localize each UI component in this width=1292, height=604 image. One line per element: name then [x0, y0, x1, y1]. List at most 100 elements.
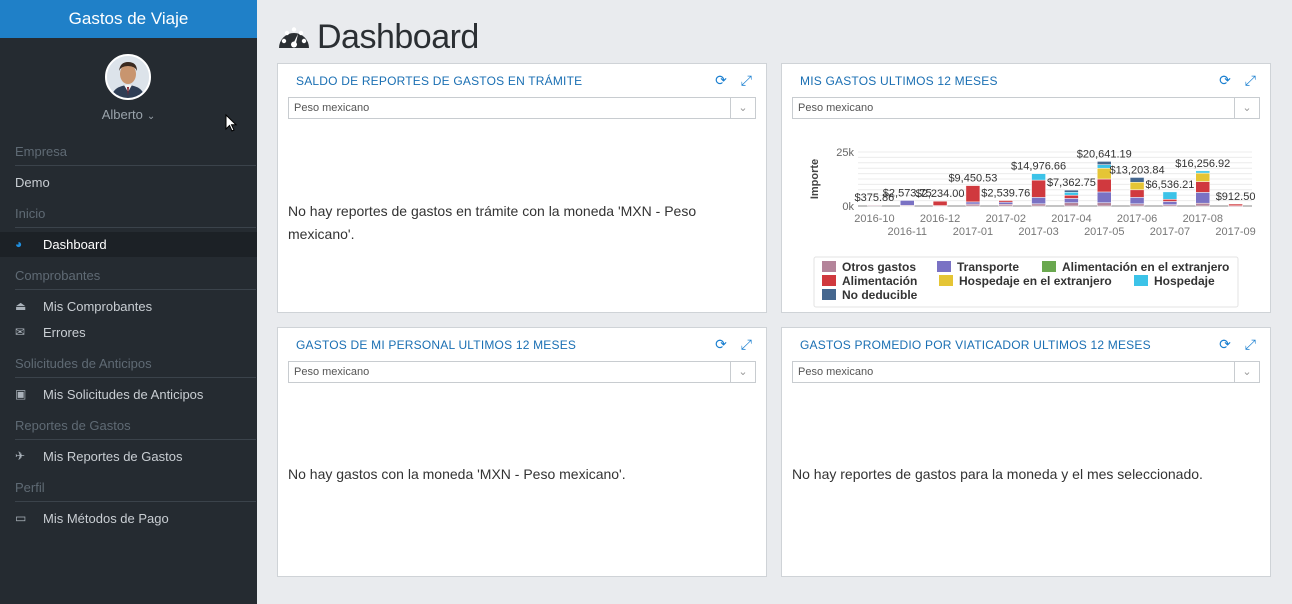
x-tick-label: 2016-12 — [920, 213, 960, 225]
expand-icon[interactable]: ⤢ — [741, 336, 752, 352]
x-tick-label: 2016-10 — [854, 213, 894, 225]
bar-segment[interactable] — [965, 185, 981, 203]
expand-icon[interactable]: ⤢ — [741, 72, 752, 88]
bar-segment[interactable] — [932, 200, 948, 206]
chevron-down-icon: ⌄ — [730, 362, 755, 382]
x-tick-label: 2016-11 — [887, 226, 927, 238]
legend-swatch — [939, 275, 953, 286]
currency-select[interactable]: Peso mexicano ⌄ — [288, 97, 756, 119]
bar-segment[interactable] — [1129, 197, 1145, 205]
currency-select-value: Peso mexicano — [294, 366, 370, 378]
bar-segment[interactable] — [1129, 177, 1145, 183]
bar-segment[interactable] — [1129, 203, 1145, 207]
chevron-down-icon: ⌄ — [730, 98, 755, 118]
legend-item[interactable]: Alimentación — [842, 274, 917, 288]
sidebar-section-empresa: Empresa — [15, 139, 256, 166]
bar-segment[interactable] — [1031, 179, 1046, 198]
refresh-icon[interactable]: ⟳ — [715, 72, 727, 88]
legend-item[interactable]: Hospedaje — [1154, 274, 1215, 288]
expand-icon[interactable]: ⤢ — [1245, 336, 1256, 352]
sidebar-section-perfil: Perfil — [15, 475, 256, 502]
bar-total-label: $16,256.92 — [1175, 158, 1230, 170]
currency-select[interactable]: Peso mexicano ⌄ — [792, 361, 1260, 383]
bar-segment[interactable] — [1162, 191, 1178, 200]
bar-segment[interactable] — [867, 204, 882, 207]
currency-select-value: Peso mexicano — [798, 366, 874, 378]
sidebar-item-mis-solicitudes-de-anticipos[interactable]: ▣ Mis Solicitudes de Anticipos — [0, 382, 257, 407]
page-title: Dashboard — [277, 18, 479, 57]
bar-segment[interactable] — [1162, 199, 1178, 202]
panel-gastos-promedio: GASTOS PROMEDIO POR VIATICADOR ULTIMOS 1… — [781, 327, 1271, 577]
sidebar-item-label: Mis Comprobantes — [43, 299, 153, 314]
refresh-icon[interactable]: ⟳ — [715, 336, 727, 352]
legend-item[interactable]: Alimentación en el extranjero — [1062, 260, 1229, 274]
user-menu[interactable]: Alberto ⌄ — [0, 107, 257, 122]
sidebar-item-label: Errores — [43, 325, 86, 340]
x-tick-label: 2017-03 — [1018, 226, 1058, 238]
empty-message: No hay gastos con la moneda 'MXN - Peso … — [288, 466, 626, 482]
bar-segment[interactable] — [1031, 173, 1046, 181]
sidebar: Gastos de Viaje Alberto ⌄ Empresa Demo Inic… — [0, 0, 257, 604]
currency-select[interactable]: Peso mexicano ⌄ — [792, 97, 1260, 119]
bar-segment[interactable] — [998, 200, 1013, 203]
currency-select[interactable]: Peso mexicano ⌄ — [288, 361, 756, 383]
bar-segment[interactable] — [1031, 197, 1046, 205]
legend-item[interactable]: No deducible — [842, 288, 918, 302]
sidebar-item-mis-metodos-de-pago[interactable]: ▭ Mis Métodos de Pago — [0, 506, 257, 531]
bar-segment[interactable] — [1064, 198, 1079, 204]
bar-segment[interactable] — [998, 204, 1013, 207]
bar-segment[interactable] — [1195, 192, 1210, 204]
sidebar-item-demo[interactable]: Demo — [0, 170, 257, 195]
y-tick-label: 25k — [836, 147, 854, 159]
legend-swatch — [1042, 261, 1056, 272]
bar-segment[interactable] — [998, 201, 1013, 205]
chevron-down-icon: ⌄ — [1234, 98, 1259, 118]
bar-segment[interactable] — [1097, 202, 1112, 207]
panel-title: GASTOS DE MI PERSONAL ULTIMOS 12 MESES — [296, 338, 577, 352]
bar-segment[interactable] — [1195, 202, 1210, 207]
bar-segment[interactable] — [1195, 181, 1210, 193]
refresh-icon[interactable]: ⟳ — [1219, 336, 1231, 352]
bar-segment[interactable] — [900, 200, 915, 206]
currency-select-value: Peso mexicano — [798, 102, 874, 114]
sidebar-item-mis-reportes-de-gastos[interactable]: ✈ Mis Reportes de Gastos — [0, 444, 257, 469]
chevron-down-icon: ⌄ — [146, 111, 156, 122]
app-title: Gastos de Viaje — [0, 0, 257, 38]
bar-segment[interactable] — [1064, 192, 1079, 196]
bar-segment[interactable] — [1129, 181, 1145, 191]
money-icon: ▣ — [15, 387, 27, 401]
plane-icon: ✈ — [15, 449, 26, 463]
legend-item[interactable]: Otros gastos — [842, 260, 916, 274]
bar-segment[interactable] — [1031, 203, 1046, 207]
bar-segment[interactable] — [965, 201, 981, 205]
bar-segment[interactable] — [1097, 178, 1112, 193]
sidebar-item-mis-comprobantes[interactable]: ⏏ Mis Comprobantes — [0, 294, 257, 319]
bar-total-label: $9,450.53 — [948, 173, 997, 185]
sidebar-item-dashboard[interactable]: ◕ Dashboard — [0, 232, 257, 257]
legend-item[interactable]: Transporte — [957, 260, 1019, 274]
bar-segment[interactable] — [1195, 170, 1210, 174]
sidebar-item-label: Mis Solicitudes de Anticipos — [43, 387, 204, 402]
bar-segment[interactable] — [1064, 194, 1079, 199]
bar-segment[interactable] — [1162, 201, 1178, 205]
bar-total-label: $13,203.84 — [1110, 164, 1165, 176]
sidebar-section-inicio: Inicio — [15, 201, 256, 228]
bar-segment[interactable] — [1129, 189, 1145, 198]
avatar[interactable] — [105, 54, 151, 100]
currency-select-value: Peso mexicano — [294, 102, 370, 114]
legend-swatch — [1134, 275, 1148, 286]
bar-segment[interactable] — [1064, 189, 1079, 193]
expand-icon[interactable]: ⤢ — [1245, 72, 1256, 88]
sidebar-item-errores[interactable]: ✉ Errores — [0, 320, 257, 345]
bar-segment[interactable] — [1228, 203, 1243, 207]
inbox-icon: ⏏ — [15, 299, 27, 313]
bar-segment[interactable] — [1097, 191, 1112, 204]
expenses-chart: 25k0kImporte $375.862016-10$2,573.752016-… — [809, 147, 1256, 308]
bar-segment[interactable] — [965, 203, 981, 207]
refresh-icon[interactable]: ⟳ — [1219, 72, 1231, 88]
bar-segment[interactable] — [1195, 172, 1210, 182]
bar-segment[interactable] — [1064, 202, 1079, 207]
legend-item[interactable]: Hospedaje en el extranjero — [959, 274, 1112, 288]
x-tick-label: 2017-02 — [986, 213, 1026, 225]
panel-saldo-reportes: SALDO DE REPORTES DE GASTOS EN TRÁMITE ⟳… — [277, 63, 767, 313]
